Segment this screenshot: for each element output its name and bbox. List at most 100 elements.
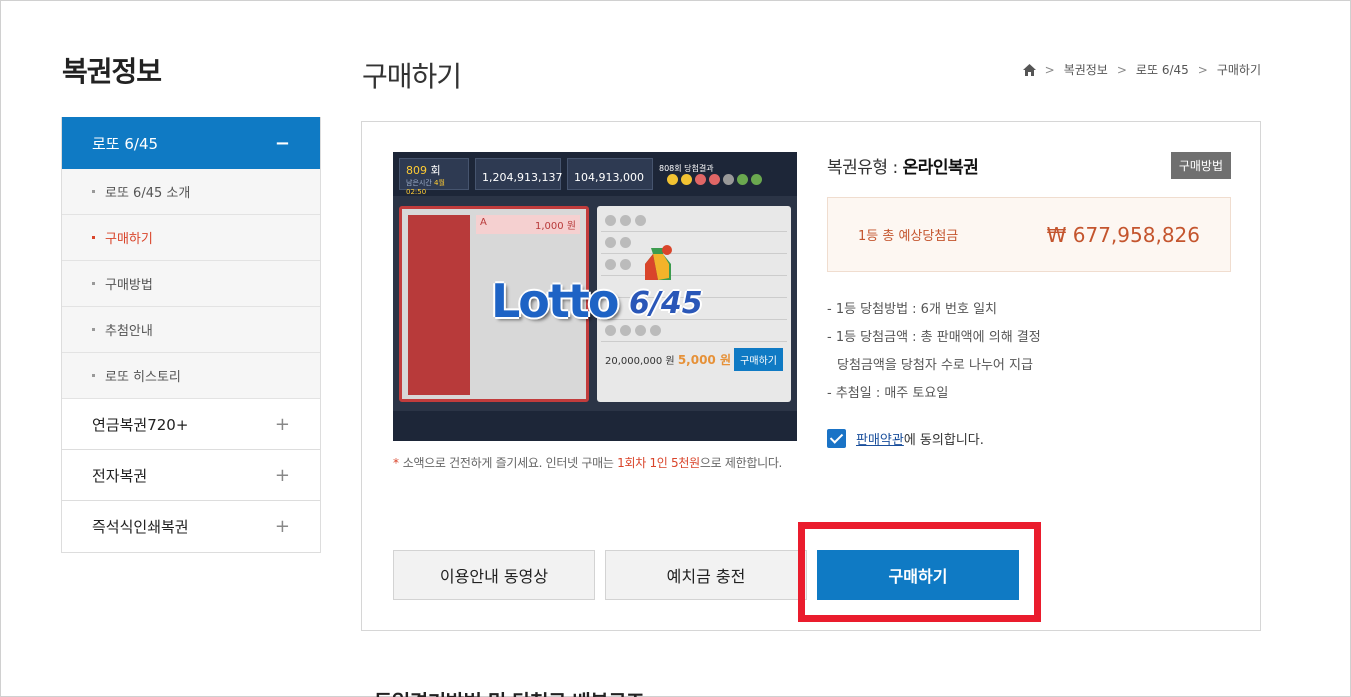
howto-button[interactable]: 구매방법 bbox=[1170, 152, 1231, 179]
terms-agree: 판매약관 에 동의합니다. bbox=[827, 429, 984, 448]
ball-icon bbox=[723, 174, 734, 185]
logo-number: 6/45 bbox=[629, 286, 703, 321]
sidebar-item-label: 연금복권720+ bbox=[92, 415, 189, 434]
ball-icon bbox=[620, 215, 631, 226]
lottery-type: 복권유형 : 온라인복권 bbox=[827, 153, 979, 178]
submenu-label: 구매하기 bbox=[105, 232, 153, 247]
info-item: - 1등 당첨방법 : 6개 번호 일치 bbox=[827, 302, 998, 317]
bullet-icon bbox=[92, 328, 95, 331]
submenu-label: 추첨안내 bbox=[105, 324, 153, 339]
submenu-label: 구매방법 bbox=[105, 278, 153, 293]
ball-icon bbox=[751, 174, 762, 185]
info-list: - 1등 당첨방법 : 6개 번호 일치 - 1등 당첨금액 : 총 판매액에 … bbox=[827, 296, 1041, 408]
selection-row bbox=[601, 210, 787, 232]
sidebar-item-label: 로또 6/45 bbox=[92, 134, 159, 153]
info-item: - 1등 당첨금액 : 총 판매액에 의해 결정 bbox=[827, 330, 1041, 345]
submenu-item-intro[interactable]: 로또 6/45 소개 bbox=[62, 169, 320, 215]
sales-box: 104,913,000 bbox=[567, 158, 653, 190]
logo-text: Lotto bbox=[491, 274, 619, 328]
round-box: 809 회 남은시간 4월 02:50 bbox=[399, 158, 469, 196]
remaining-label: 남은시간 bbox=[406, 179, 432, 187]
bullet-icon bbox=[92, 190, 95, 193]
breadcrumb-item[interactable]: 복권정보 bbox=[1064, 61, 1108, 78]
sidebar-item-instant[interactable]: 즉석식인쇄복권 + bbox=[62, 501, 320, 552]
highlight-box bbox=[798, 522, 1041, 622]
ball-icon bbox=[737, 174, 748, 185]
sales-amount: 104,913,000 bbox=[574, 171, 644, 184]
total-amount: 5,000 원 bbox=[677, 353, 731, 367]
slip-instructions bbox=[408, 215, 470, 395]
pot-box: 1,204,913,137 bbox=[475, 158, 563, 190]
sidebar-item-label: 즉석식인쇄복권 bbox=[92, 518, 189, 536]
sidebar-item-pension720[interactable]: 연금복권720+ + bbox=[62, 399, 320, 450]
expand-icon: + bbox=[274, 413, 290, 435]
submenu-item-howto[interactable]: 구매방법 bbox=[62, 261, 320, 307]
bullet-icon bbox=[92, 282, 95, 285]
game-footer bbox=[393, 411, 797, 441]
expand-icon: + bbox=[274, 516, 290, 537]
ball-icon bbox=[709, 174, 720, 185]
lottery-type-label: 복권유형 : bbox=[827, 158, 903, 178]
prize-label: 1등 총 예상당첨금 bbox=[858, 229, 959, 244]
info-item: 당첨금액을 당첨자 수로 나누어 지급 bbox=[837, 358, 1033, 373]
collapse-icon: − bbox=[274, 132, 290, 154]
chevron-right-icon: > bbox=[1197, 62, 1208, 77]
submenu-label: 로또 6/45 소개 bbox=[105, 186, 191, 201]
game-preview-image: 809 회 남은시간 4월 02:50 1,204,913,137 104,91… bbox=[393, 152, 797, 441]
slip-amount: 1,000 원 bbox=[534, 221, 576, 232]
sidebar-item-label: 전자복권 bbox=[92, 466, 148, 485]
game-topbar: 809 회 남은시간 4월 02:50 1,204,913,137 104,91… bbox=[393, 152, 797, 196]
sidebar-title: 복권정보 bbox=[62, 55, 162, 88]
info-item: - 추첨일 : 매주 토요일 bbox=[827, 386, 949, 401]
result-label: 808회 당첨결과 bbox=[659, 164, 714, 173]
chevron-right-icon: > bbox=[1116, 62, 1127, 77]
round-unit: 회 bbox=[430, 164, 441, 177]
breadcrumb: > 복권정보 > 로또 6/45 > 구매하기 bbox=[1022, 61, 1261, 78]
sidebar-submenu: 로또 6/45 소개 구매하기 구매방법 추첨안내 로또 히스토리 bbox=[62, 169, 320, 399]
asterisk: * bbox=[393, 456, 399, 470]
notice-text: 으로 제한합니다. bbox=[699, 456, 783, 470]
ball-icon bbox=[635, 215, 646, 226]
result-box: 808회 당첨결과 bbox=[659, 163, 762, 185]
bullet-icon bbox=[92, 374, 95, 377]
mini-buy-button: 구매하기 bbox=[734, 348, 783, 371]
breadcrumb-item[interactable]: 로또 6/45 bbox=[1136, 61, 1189, 78]
pot-amount: 1,204,913,137 bbox=[482, 171, 563, 184]
deposit-amount: 20,000,000 원 bbox=[605, 356, 675, 367]
result-balls bbox=[667, 174, 762, 185]
lotto-logo: Lotto 6/45 bbox=[491, 240, 703, 330]
prize-amount: ₩ 677,958,826 bbox=[1046, 222, 1200, 247]
notice-highlight: 1회차 1인 5천원 bbox=[617, 456, 700, 470]
submenu-item-draw[interactable]: 추첨안내 bbox=[62, 307, 320, 353]
panel-footer: 20,000,000 원 5,000 원 구매하기 bbox=[601, 342, 787, 377]
notice-text: 소액으로 건전하게 즐기세요. 인터넷 구매는 bbox=[402, 456, 618, 470]
slip-header: A 1,000 원 bbox=[476, 215, 580, 234]
terms-link[interactable]: 판매약관 bbox=[856, 429, 904, 448]
lottery-type-row: 복권유형 : 온라인복권 구매방법 bbox=[827, 152, 1231, 179]
chevron-right-icon: > bbox=[1044, 62, 1055, 77]
ball-icon bbox=[695, 174, 706, 185]
money-bag-icon bbox=[645, 245, 672, 280]
sidebar-item-electronic[interactable]: 전자복권 + bbox=[62, 450, 320, 501]
submenu-item-buy[interactable]: 구매하기 bbox=[62, 215, 320, 261]
sidebar-item-lotto645[interactable]: 로또 6/45 − bbox=[62, 117, 320, 169]
page-title: 구매하기 bbox=[362, 60, 462, 93]
section-heading: 동일경기방법 및 당첨금 배분구조 bbox=[374, 686, 645, 697]
bullet-icon bbox=[92, 236, 95, 239]
terms-checkbox[interactable] bbox=[827, 429, 846, 448]
lottery-type-value: 온라인복권 bbox=[902, 158, 979, 178]
breadcrumb-item-current: 구매하기 bbox=[1216, 63, 1261, 77]
ball-icon bbox=[681, 174, 692, 185]
expand-icon: + bbox=[274, 464, 290, 486]
purchase-notice: * 소액으로 건전하게 즐기세요. 인터넷 구매는 1회차 1인 5천원으로 제한… bbox=[393, 449, 803, 478]
terms-text: 에 동의합니다. bbox=[903, 433, 984, 448]
guide-video-button[interactable]: 이용안내 동영상 bbox=[393, 550, 595, 600]
prize-box: 1등 총 예상당첨금 ₩ 677,958,826 bbox=[827, 197, 1231, 272]
submenu-item-history[interactable]: 로또 히스토리 bbox=[62, 353, 320, 399]
round-number: 809 bbox=[406, 164, 427, 177]
sidebar-nav: 로또 6/45 − 로또 6/45 소개 구매하기 구매방법 추첨안내 로또 히… bbox=[61, 117, 321, 553]
slip-letter: A bbox=[480, 217, 487, 228]
ball-icon bbox=[667, 174, 678, 185]
home-icon[interactable] bbox=[1022, 63, 1036, 76]
deposit-charge-button[interactable]: 예치금 충전 bbox=[605, 550, 807, 600]
